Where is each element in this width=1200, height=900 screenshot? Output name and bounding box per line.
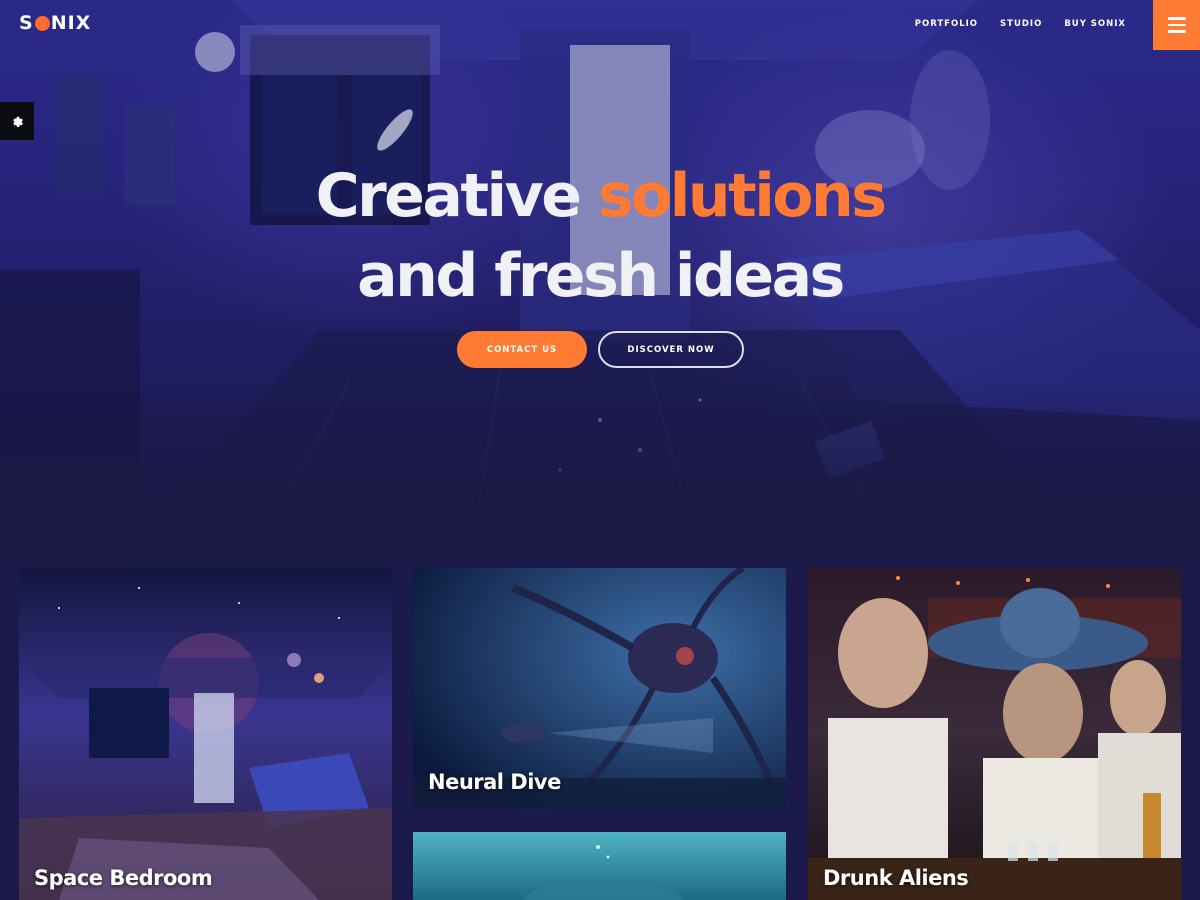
- hamburger-menu-button[interactable]: [1153, 0, 1200, 50]
- headline-line-2: and fresh ideas: [357, 241, 845, 311]
- portfolio-item-neural-dive[interactable]: Neural Dive: [413, 568, 786, 809]
- hero-fade-overlay: [0, 380, 1200, 560]
- drunk-aliens-image: [808, 568, 1181, 900]
- portfolio-item-title: Neural Dive: [428, 770, 561, 794]
- sonix-logo[interactable]: S NIX: [19, 10, 91, 36]
- headline-line-1: Creative solutions: [315, 161, 887, 231]
- space-bedroom-image: [19, 568, 392, 900]
- hamburger-icon: [1167, 23, 1186, 27]
- gear-icon: [13, 116, 23, 127]
- logo-prefix: S: [19, 12, 34, 34]
- nav-item-buy-sonix[interactable]: BUY SONIX: [1064, 19, 1126, 29]
- portfolio-item-drunk-aliens[interactable]: Drunk Aliens: [808, 568, 1181, 900]
- headline-word-solutions: solutions: [597, 161, 887, 231]
- hamburger-icon: [1167, 17, 1186, 20]
- orange-dot-icon: [34, 15, 50, 31]
- settings-panel-toggle[interactable]: [0, 102, 34, 140]
- portfolio-item-underwater[interactable]: [413, 832, 786, 900]
- portfolio-item-title: Drunk Aliens: [823, 866, 969, 890]
- main-nav: PORTFOLIO STUDIO BUY SONIX: [915, 19, 1126, 29]
- contact-us-button[interactable]: CONTACT US: [457, 331, 587, 368]
- hamburger-icon: [1167, 30, 1186, 33]
- discover-now-button[interactable]: DISCOVER NOW: [598, 331, 744, 368]
- underwater-image: [413, 832, 786, 900]
- headline-word-creative: Creative: [315, 161, 582, 231]
- logo-suffix: NIX: [50, 12, 92, 34]
- nav-item-studio[interactable]: STUDIO: [1000, 19, 1042, 29]
- portfolio-item-space-bedroom[interactable]: Space Bedroom: [19, 568, 392, 900]
- nav-item-portfolio[interactable]: PORTFOLIO: [915, 19, 978, 29]
- portfolio-item-title: Space Bedroom: [34, 866, 213, 890]
- hero-headline: Creative solutions and fresh ideas: [0, 156, 1200, 316]
